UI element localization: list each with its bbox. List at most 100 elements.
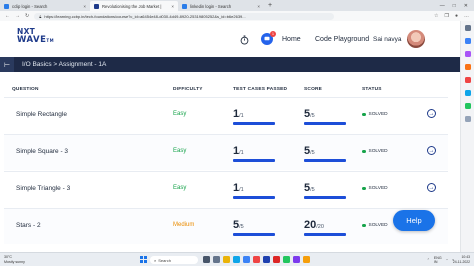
search-icon: ⌕ <box>154 257 157 263</box>
status-badge: SOLVED <box>362 223 388 228</box>
table-row[interactable]: Simple Rectangle Easy 1/1 5/5 SOLVED → <box>4 97 448 133</box>
status-dot <box>362 149 366 154</box>
score-total: /5 <box>310 150 315 156</box>
app-icon[interactable] <box>303 256 310 263</box>
close-tab-icon[interactable]: × <box>171 4 174 9</box>
question-name: Stars - 2 <box>16 222 41 229</box>
logo-line2: WAVETM <box>17 36 57 45</box>
status-badge: SOLVED <box>362 149 388 154</box>
bing-icon <box>182 3 187 9</box>
status-dot <box>362 186 366 191</box>
tests-progress-bar <box>233 159 275 162</box>
notification-button[interactable]: 1 <box>261 31 276 45</box>
close-tab-icon[interactable]: × <box>257 4 260 9</box>
url-text: https://learning.ccbp.in/tech-foundation… <box>44 13 246 19</box>
bing-icon <box>4 3 9 9</box>
score-value: 20 <box>304 219 317 231</box>
mail-icon[interactable] <box>263 256 270 263</box>
task-view-icon[interactable] <box>203 256 210 263</box>
status-dot <box>362 223 366 228</box>
status-dot <box>362 112 366 117</box>
taskbar-search[interactable]: ⌕ Search <box>150 256 198 264</box>
store-icon[interactable] <box>243 256 250 263</box>
collections-icon[interactable]: ❐ <box>444 13 448 19</box>
add-icon[interactable] <box>464 116 471 122</box>
table-row[interactable]: Simple Triangle - 3 Easy 1/1 5/5 SOLVED … <box>4 171 448 207</box>
games-icon[interactable] <box>464 64 471 70</box>
browser-tab-2[interactable]: Revolutionising the Job Market | × <box>90 1 178 11</box>
send-icon[interactable] <box>464 103 471 109</box>
chrome-icon[interactable] <box>283 256 290 263</box>
score: 5/5 <box>304 108 315 120</box>
difficulty-label: Easy <box>173 148 187 154</box>
file-explorer-icon[interactable] <box>223 256 230 263</box>
taskbar-search-label: Search <box>158 257 171 263</box>
office-icon[interactable] <box>253 256 260 263</box>
difficulty-label: Medium <box>173 222 195 228</box>
browser-tab-title: linkedin login - Search <box>190 3 232 9</box>
close-tab-icon[interactable]: × <box>83 4 86 9</box>
widgets-icon[interactable] <box>213 256 220 263</box>
app-icon[interactable] <box>293 256 300 263</box>
score: 5/5 <box>304 145 315 157</box>
open-question-icon[interactable]: → <box>427 183 436 192</box>
status-badge: SOLVED <box>362 186 388 191</box>
clock-date: 24-11-2022 <box>452 259 470 264</box>
browser-tab-3[interactable]: linkedin login - Search × <box>178 1 264 11</box>
stopwatch-icon[interactable] <box>240 35 249 45</box>
windows-start-icon[interactable] <box>140 256 147 263</box>
refresh-icon[interactable]: ↻ <box>25 13 29 19</box>
wifi-icon[interactable]: ◔ <box>446 258 448 262</box>
search-icon[interactable] <box>464 25 471 31</box>
url-field[interactable]: 🔒︎ https://learning.ccbp.in/tech-foundat… <box>34 12 335 20</box>
chevron-up-icon[interactable]: ⌃ <box>427 258 430 262</box>
difficulty-label: Easy <box>173 185 187 191</box>
difficulty-label: Easy <box>173 111 187 117</box>
help-button[interactable]: Help <box>393 210 435 231</box>
status-text: SOLVED <box>368 186 388 191</box>
nav-home-link[interactable]: Home <box>282 36 301 43</box>
more-icon[interactable]: … <box>464 13 469 19</box>
forward-icon[interactable]: → <box>15 13 20 19</box>
shopping-icon[interactable] <box>464 38 471 44</box>
table-row[interactable]: Simple Square - 3 Easy 1/1 5/5 SOLVED → <box>4 134 448 170</box>
table-row[interactable]: Stars - 2 Medium 5/5 20/20 SOLVED <box>4 208 448 244</box>
nxtwave-icon <box>94 3 99 9</box>
breadcrumb-bar: ⊢ I/O Basics > Assignment - 1A <box>0 57 460 72</box>
nav-code-playground-link[interactable]: Code Playground <box>315 36 369 43</box>
status-text: SOLVED <box>368 112 388 117</box>
user-name[interactable]: Sai navya <box>373 36 402 43</box>
sidebar-toggle-button[interactable]: ⊢ <box>0 57 14 72</box>
favorite-star-icon[interactable]: ☆ <box>434 13 438 19</box>
browser-toolbar-right: ☆ ❐ ● … <box>434 13 469 19</box>
outlook-icon[interactable] <box>464 90 471 96</box>
score: 5/5 <box>304 182 315 194</box>
media-icon[interactable] <box>273 256 280 263</box>
profile-icon[interactable]: ● <box>455 13 458 19</box>
tests-passed: 1/1 <box>233 145 244 157</box>
open-question-icon[interactable]: → <box>427 146 436 155</box>
chat-icon <box>264 36 270 41</box>
avatar[interactable] <box>407 30 425 48</box>
maximize-icon[interactable]: □ <box>453 1 456 11</box>
logo-tm: TM <box>46 38 55 43</box>
tests-progress-bar <box>233 122 275 125</box>
back-icon[interactable]: ← <box>5 13 10 19</box>
open-question-icon[interactable]: → <box>427 109 436 118</box>
logo-wordmark: WAVE <box>17 35 47 45</box>
browser-tab-1[interactable]: cclip login - Search × <box>0 1 90 11</box>
language-indicator[interactable]: ENG IN <box>434 256 442 264</box>
edge-icon[interactable] <box>233 256 240 263</box>
tests-progress-bar <box>233 233 275 236</box>
notification-badge: 1 <box>270 31 276 37</box>
minimize-icon[interactable]: — <box>440 1 445 11</box>
new-tab-button[interactable]: + <box>264 1 272 11</box>
score-progress-bar <box>304 159 346 162</box>
tools-icon[interactable] <box>464 51 471 57</box>
clock[interactable]: 10:43 24-11-2022 <box>453 255 470 264</box>
nxtwave-logo[interactable]: NXT WAVETM <box>17 28 57 50</box>
weather-widget[interactable]: 30°C Mostly sunny <box>4 255 25 264</box>
office-icon[interactable] <box>464 77 471 83</box>
close-window-icon[interactable]: ✕ <box>464 1 468 11</box>
tests-total: /1 <box>239 113 244 119</box>
